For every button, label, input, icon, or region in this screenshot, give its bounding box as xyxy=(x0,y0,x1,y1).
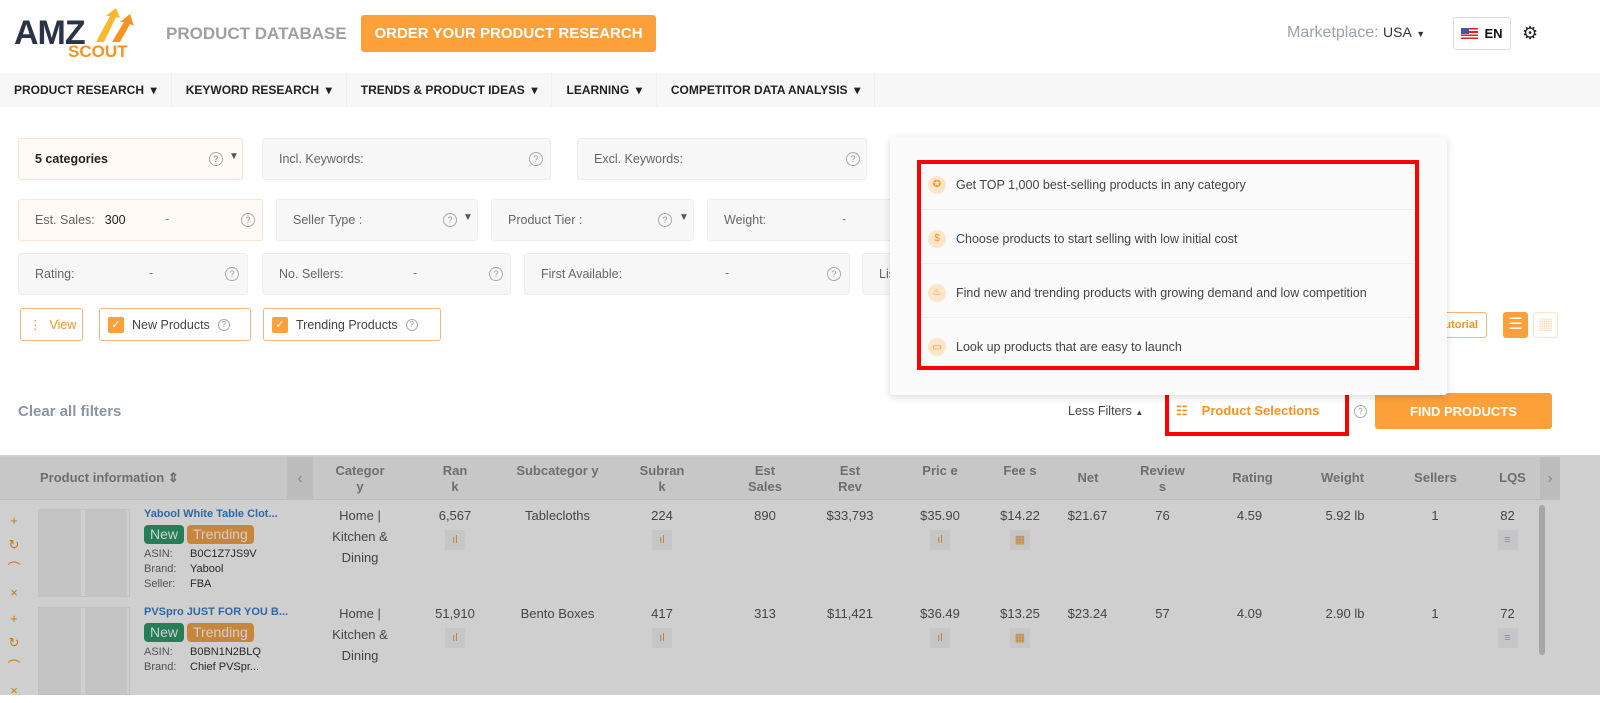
help-icon[interactable]: ? xyxy=(1354,405,1367,418)
clear-all-filters-link[interactable]: Clear all filters xyxy=(18,403,121,420)
logo-arrow-icon xyxy=(96,8,134,42)
trending-products-checkbox[interactable]: ✓ Trending Products? xyxy=(263,308,441,341)
no-sellers-range[interactable]: No. Sellers: -? xyxy=(262,253,511,295)
est-sales-range[interactable]: Est. Sales: 300-? xyxy=(18,199,263,241)
list-view-icon[interactable]: ☰ xyxy=(1503,312,1528,338)
excl-keywords-input[interactable]: Excl. Keywords:? xyxy=(577,138,867,180)
seller-type-select[interactable]: Seller Type :? ▼ xyxy=(276,199,478,241)
rating-range[interactable]: Rating: -? xyxy=(18,253,248,295)
first-available-range[interactable]: First Available: -? xyxy=(524,253,850,295)
checkbox-checked-icon: ✓ xyxy=(108,316,124,333)
categories-select[interactable]: 5 categories? ▼ xyxy=(18,138,243,180)
help-icon[interactable]: ? xyxy=(217,318,230,331)
main-nav: PRODUCT RESEARCH ▾ KEYWORD RESEARCH ▾ TR… xyxy=(0,73,1600,107)
chevron-down-icon: ▼ xyxy=(1416,29,1426,39)
logo-scout: SCOUT xyxy=(68,42,128,61)
nav-keyword-research[interactable]: KEYWORD RESEARCH ▾ xyxy=(172,73,347,107)
view-button[interactable]: ⋮ View xyxy=(20,308,83,341)
nav-competitor[interactable]: COMPETITOR DATA ANALYSIS ▾ xyxy=(657,73,876,107)
help-icon[interactable]: ? xyxy=(405,318,418,331)
product-selections-button[interactable]: ☷ Product Selections xyxy=(1176,403,1319,419)
page-title: PRODUCT DATABASE xyxy=(166,24,347,43)
gear-icon[interactable]: ⚙ xyxy=(1522,23,1538,44)
language-label: EN xyxy=(1484,26,1503,41)
checkbox-checked-icon: ✓ xyxy=(272,316,288,333)
marketplace-label: Marketplace: xyxy=(1287,24,1379,41)
list-settings-icon: ☷ xyxy=(1176,403,1188,418)
product-tier-select[interactable]: Product Tier :? ▼ xyxy=(491,199,694,241)
nav-trends[interactable]: TRENDS & PRODUCT IDEAS ▾ xyxy=(347,73,553,107)
nav-learning[interactable]: LEARNING ▾ xyxy=(552,73,657,107)
kebab-icon: ⋮ xyxy=(29,318,42,332)
new-products-checkbox[interactable]: ✓ New Products? xyxy=(99,308,251,341)
marketplace-value: USA xyxy=(1383,24,1412,40)
grid-view-icon[interactable]: ▦ xyxy=(1533,312,1558,338)
dim-overlay xyxy=(0,455,1600,695)
us-flag-icon xyxy=(1461,28,1479,39)
order-research-button[interactable]: ORDER YOUR PRODUCT RESEARCH xyxy=(361,15,656,52)
marketplace-select[interactable]: Marketplace: USA ▼ xyxy=(1287,24,1425,42)
language-button[interactable]: EN xyxy=(1453,17,1511,50)
less-filters-button[interactable]: Less Filters ▲ xyxy=(1068,404,1143,418)
highlight-box xyxy=(917,160,1419,370)
weight-range[interactable]: Weight: - xyxy=(707,199,907,241)
nav-product-research[interactable]: PRODUCT RESEARCH ▾ xyxy=(0,73,172,107)
incl-keywords-input[interactable]: Incl. Keywords:? xyxy=(262,138,551,180)
find-products-button[interactable]: FIND PRODUCTS xyxy=(1375,393,1552,429)
